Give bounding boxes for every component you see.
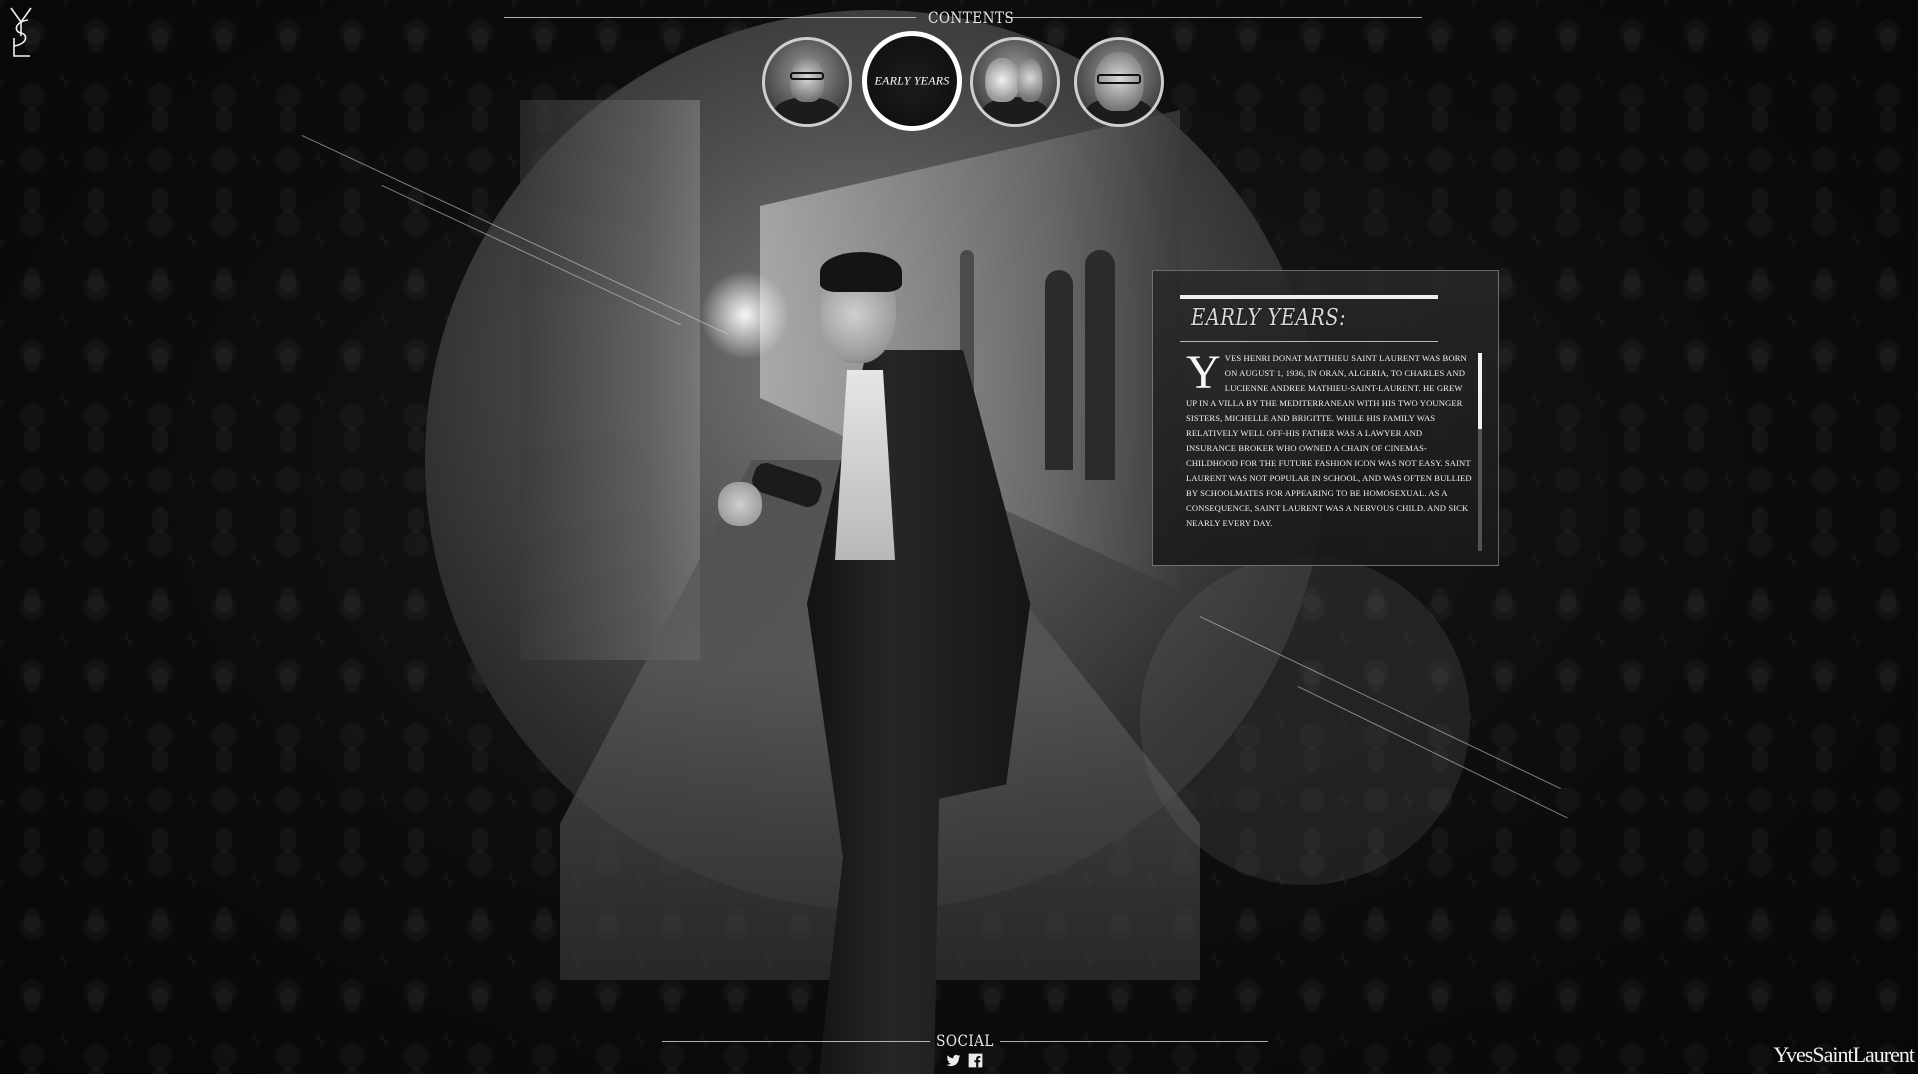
page: CONTENTS EARLY YEARS EARLY YEARS: Y VES H… (0, 0, 1918, 1074)
photo-figure-hand (718, 482, 762, 526)
photo-building-left (520, 100, 700, 660)
glasses-icon (1097, 73, 1141, 84)
twitter-icon[interactable] (946, 1053, 961, 1068)
panel-body-text[interactable]: Y VES HENRI DONAT MATTHIEU SAINT LAURENT … (1186, 351, 1474, 553)
social-icons (946, 1053, 986, 1071)
nav-thumb-portrait-3[interactable] (970, 37, 1060, 127)
panel-scrollbar[interactable] (1478, 353, 1482, 551)
panel-heading-rule (1180, 341, 1438, 342)
portrait-face (790, 58, 824, 103)
contents-nav: EARLY YEARS (762, 31, 1168, 134)
nav-thumb-early-years[interactable]: EARLY YEARS (862, 31, 962, 131)
social-title: SOCIAL (936, 1031, 994, 1050)
photo-street-lamp (700, 270, 790, 360)
ysl-logo-icon[interactable] (8, 6, 34, 58)
panel-scrollbar-thumb[interactable] (1478, 353, 1482, 429)
portrait-face (1017, 58, 1043, 103)
panel-dropcap: Y (1186, 351, 1221, 399)
contents-rule-left (504, 17, 916, 18)
photo-window (1085, 250, 1115, 480)
portrait-face (985, 58, 1020, 103)
nav-thumb-portrait-1[interactable] (762, 37, 852, 127)
facebook-icon[interactable] (968, 1053, 983, 1068)
panel-top-bar (1180, 295, 1438, 299)
contents-rule-right (1006, 17, 1422, 18)
social-rule-left (662, 1041, 930, 1042)
photo-figure-hair (820, 252, 902, 292)
nav-thumb-label: EARLY YEARS (874, 73, 950, 88)
panel-heading: EARLY YEARS: (1191, 305, 1347, 331)
glasses-icon (790, 71, 824, 81)
early-years-panel: EARLY YEARS: Y VES HENRI DONAT MATTHIEU S… (1152, 270, 1499, 566)
portrait-pair-icon (981, 97, 1049, 124)
decorative-circle (1140, 555, 1470, 885)
nav-thumb-portrait-4[interactable] (1074, 37, 1164, 127)
panel-body-copy: VES HENRI DONAT MATTHIEU SAINT LAURENT W… (1186, 353, 1472, 528)
contents-title: CONTENTS (928, 8, 1015, 27)
brand-wordmark[interactable]: YvesSaintLaurent (1773, 1042, 1915, 1068)
photo-window (1045, 270, 1073, 470)
social-rule-right (1000, 1041, 1268, 1042)
